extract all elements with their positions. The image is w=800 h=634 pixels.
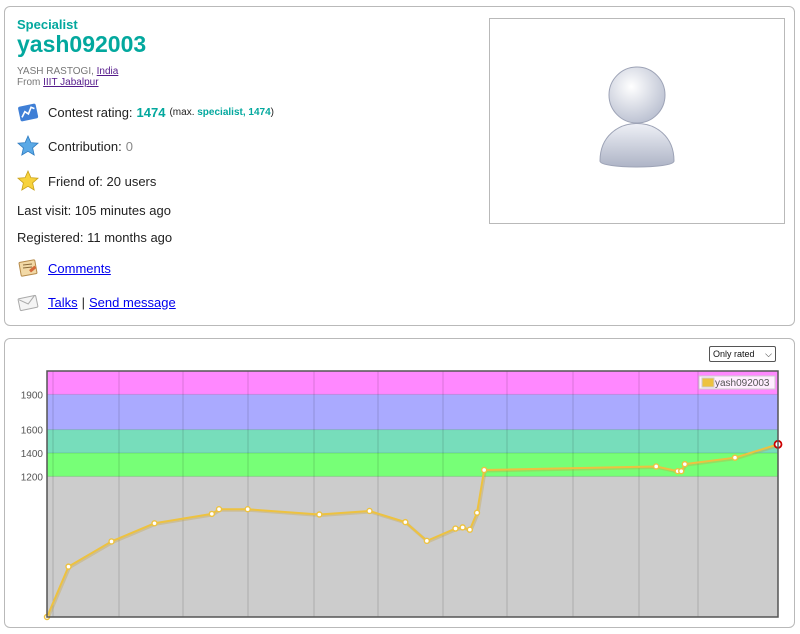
data-point-8 [366, 507, 373, 515]
max-suffix: ) [270, 106, 274, 118]
friend-star-icon [17, 170, 39, 192]
data-point-20 [731, 454, 739, 461]
max-rating: (max. specialist, 1474) [169, 107, 274, 118]
link-separator: | [81, 294, 86, 310]
data-point-19 [681, 460, 689, 468]
rating-band-0 [47, 476, 778, 617]
max-rank: specialist, [197, 106, 246, 118]
data-point-9 [402, 518, 409, 526]
organization-link[interactable]: IIIT Jabalpur [43, 77, 98, 88]
send-message-link[interactable]: Send message [89, 295, 176, 310]
registered: Registered: 11 months ago [17, 230, 173, 245]
contribution-value: 0 [125, 138, 133, 154]
from-label: From [17, 77, 41, 88]
talks-icon [17, 291, 39, 313]
y-tick-label-2: 1600 [21, 426, 44, 437]
rating-chart: 1200 1400 1600 1900 yash092003 [21, 370, 783, 621]
data-point-5 [215, 506, 223, 513]
comments-row: Comments [17, 257, 111, 279]
rating-band-4 [47, 371, 778, 395]
contest-rating-row: Contest rating: 1474 (max. specialist, 1… [17, 101, 274, 123]
country-link[interactable]: India [97, 66, 119, 77]
chevron-down-icon: ⌵ [765, 349, 772, 359]
rating-graph-card: Only rated ⌵ 1200 1400 1600 1900 yash092003 [4, 338, 795, 628]
data-point-14 [473, 509, 481, 516]
data-point-6 [244, 506, 251, 513]
friends-text: Friend of: 20 users [48, 173, 157, 189]
data-point-12 [459, 524, 466, 531]
user-handle[interactable]: yash092003 [17, 31, 146, 58]
avatar-placeholder-icon [599, 66, 675, 168]
data-point-18 [678, 467, 685, 475]
data-point-2 [108, 538, 115, 545]
data-point-3 [151, 520, 158, 527]
data-point-4 [208, 510, 216, 518]
rating-value: 1474 [136, 104, 166, 120]
graph-filter-select[interactable]: Only rated ⌵ [709, 346, 776, 362]
rating-label: Contest rating: [48, 104, 133, 120]
max-prefix: (max. [169, 106, 195, 118]
organization-line: From IIIT Jabalpur [17, 77, 99, 88]
user-fullname: YASH RASTOGI, [17, 66, 94, 77]
friends-row: Friend of: 20 users [17, 170, 156, 192]
data-point-11 [452, 525, 459, 532]
legend-label: yash092003 [715, 378, 770, 389]
y-tick-label-3: 1900 [21, 390, 44, 401]
comments-link[interactable]: Comments [48, 261, 111, 276]
y-tick-label-1: 1400 [21, 449, 44, 460]
data-point-1 [65, 563, 72, 570]
rating-chart-icon [17, 101, 39, 123]
avatar [489, 18, 785, 224]
data-point-13 [466, 526, 474, 533]
contribution-star-icon [17, 135, 39, 157]
rating-band-1 [47, 453, 778, 477]
rating-band-2 [47, 429, 778, 453]
user-rank: Specialist [17, 17, 78, 32]
talks-row: Talks | Send message [17, 291, 176, 313]
talks-link[interactable]: Talks [48, 295, 78, 310]
contribution-row: Contribution: 0 [17, 135, 133, 157]
profile-card: Specialist yash092003 YASH RASTOGI, Indi… [4, 6, 795, 326]
graph-filter-value: Only rated [713, 349, 755, 359]
chart-legend: yash092003 [698, 375, 776, 390]
contribution-label: Contribution: [48, 138, 122, 154]
y-tick-label-0: 1200 [21, 472, 44, 483]
legend-swatch [701, 377, 715, 388]
max-value: 1474 [248, 106, 271, 118]
data-point-15 [480, 466, 488, 474]
data-point-16 [652, 463, 660, 470]
rating-band-3 [47, 394, 778, 430]
comments-icon [17, 257, 39, 279]
data-point-7 [316, 511, 323, 518]
user-name-line: YASH RASTOGI, India [17, 66, 118, 77]
last-visit: Last visit: 105 minutes ago [17, 203, 171, 218]
data-point-10 [423, 537, 431, 545]
